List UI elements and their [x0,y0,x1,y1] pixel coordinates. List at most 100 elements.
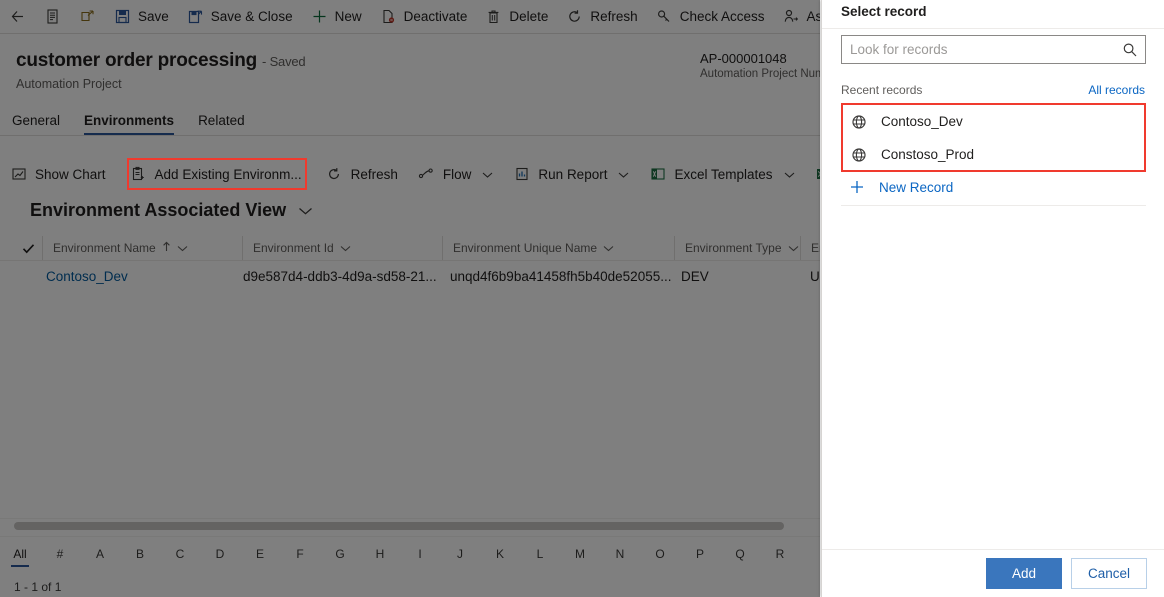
list-item-constoso-prod[interactable]: Constoso_Prod [843,138,1144,171]
search-icon[interactable] [1115,42,1145,58]
alpha-index-i[interactable]: I [400,547,440,563]
list-item-label: Constoso_Prod [881,147,974,162]
alpha-index-g[interactable]: G [320,547,360,563]
cell-environment-name[interactable]: Contoso_Dev [46,261,128,291]
recent-records-highlight: Contoso_Dev Constoso_Prod [841,103,1146,172]
refresh-icon [326,166,343,183]
alpha-index-n[interactable]: N [600,547,640,563]
popout-button[interactable] [70,0,105,33]
top-command-bar: Save Save & Close New Deactivate Delete [0,0,820,34]
subgrid-refresh-label: Refresh [351,167,398,182]
alpha-index-l[interactable]: L [520,547,560,563]
column-header-environment-name[interactable]: Environment Name [42,236,242,260]
tab-related[interactable]: Related [186,113,257,135]
show-chart-button[interactable]: Show Chart [0,157,116,191]
refresh-button[interactable]: Refresh [557,0,646,33]
cancel-button[interactable]: Cancel [1071,558,1147,589]
save-close-icon [187,8,204,25]
scrollbar-thumb[interactable] [14,522,784,530]
alpha-index-all[interactable]: All [0,547,40,563]
back-arrow-icon [9,8,26,25]
alpha-index-o[interactable]: O [640,547,680,563]
trash-icon [485,8,502,25]
list-item-contoso-dev[interactable]: Contoso_Dev [843,105,1144,138]
column-header-environment-type[interactable]: Environment Type [674,236,800,260]
refresh-icon [566,8,583,25]
page-title: customer order processing- Saved [16,50,305,72]
add-button[interactable]: Add [986,558,1062,589]
popout-icon [79,8,96,25]
table-row[interactable]: Contoso_Dev d9e587d4-ddb3-4d9a-sd58-21..… [0,261,820,291]
chevron-down-icon [788,241,799,255]
alpha-index-k[interactable]: K [480,547,520,563]
alpha-index-j[interactable]: J [440,547,480,563]
select-record-panel: Select record Recent records All records… [821,0,1164,597]
search-box[interactable] [841,35,1146,64]
column-header-environment-id[interactable]: Environment Id [242,236,442,260]
horizontal-scrollbar[interactable] [0,518,820,533]
chevron-down-icon [784,167,795,182]
alpha-index-a[interactable]: A [80,547,120,563]
form-selector-button[interactable] [35,0,70,33]
check-access-button[interactable]: Check Access [647,0,774,33]
record-header: customer order processing- Saved Automat… [0,34,820,100]
list-item-label: Contoso_Dev [881,114,963,129]
select-all-checkmark-icon[interactable] [22,236,35,260]
run-report-button[interactable]: Run Report [503,157,639,191]
form-icon [44,8,61,25]
delete-label: Delete [509,9,548,24]
plus-icon [311,8,328,25]
grid-header: Environment Name Environment Id Environm… [0,236,820,261]
view-selector[interactable]: Environment Associated View [30,200,313,221]
alpha-index-b[interactable]: B [120,547,160,563]
tab-general[interactable]: General [0,113,72,135]
save-and-close-button[interactable]: Save & Close [178,0,302,33]
subgrid-refresh-button[interactable]: Refresh [316,157,408,191]
back-button[interactable] [0,0,35,33]
cell-environment-id: d9e587d4-ddb3-4d9a-sd58-21... [243,261,437,291]
delete-button[interactable]: Delete [476,0,557,33]
column-header-extra[interactable]: En [800,236,820,260]
chevron-down-icon [603,241,614,255]
new-button[interactable]: New [302,0,371,33]
alpha-index-d[interactable]: D [200,547,240,563]
alpha-index-p[interactable]: P [680,547,720,563]
tab-environments[interactable]: Environments [72,113,186,135]
alpha-index-r[interactable]: R [760,547,800,563]
chevron-down-icon [618,167,629,182]
pager-count: 1 - 1 of 1 [14,580,61,594]
deactivate-button[interactable]: Deactivate [371,0,477,33]
view-title-label: Environment Associated View [30,200,286,221]
column-header-environment-unique-name[interactable]: Environment Unique Name [442,236,674,260]
assign-label: Assign [807,9,821,24]
search-input[interactable] [842,36,1115,63]
alpha-index-h[interactable]: H [360,547,400,563]
flow-button[interactable]: Flow [408,157,504,191]
alpha-index-c[interactable]: C [160,547,200,563]
column-label: Environment Type [685,241,782,255]
column-label: Environment Unique Name [453,241,597,255]
alpha-index-m[interactable]: M [560,547,600,563]
cell-environment-unique-name: unqd4f6b9ba41458fh5b40de52055... [450,261,671,291]
cell-environment-type: DEV [681,261,709,291]
new-record-button[interactable]: New Record [841,176,1146,198]
all-records-link[interactable]: All records [1088,83,1145,97]
chevron-down-icon [177,241,188,255]
excel-templates-button[interactable]: Excel Templates [639,157,804,191]
recent-records-label: Recent records [841,83,922,97]
panel-footer-buttons: Add Cancel [986,558,1147,589]
alpha-index-q[interactable]: Q [720,547,760,563]
show-chart-label: Show Chart [35,167,106,182]
alpha-index-f[interactable]: F [280,547,320,563]
panel-list-divider [841,205,1146,206]
export-button[interactable]: Exp [805,157,820,191]
save-button[interactable]: Save [105,0,178,33]
alpha-index-hash[interactable]: # [40,547,80,563]
record-number-label: Automation Project Numb [700,68,820,80]
chevron-down-icon [482,167,493,182]
flow-label: Flow [443,167,472,182]
assign-button[interactable]: Assign [774,0,821,33]
sort-ascending-icon [162,241,171,255]
alpha-index-e[interactable]: E [240,547,280,563]
globe-icon [850,114,867,130]
